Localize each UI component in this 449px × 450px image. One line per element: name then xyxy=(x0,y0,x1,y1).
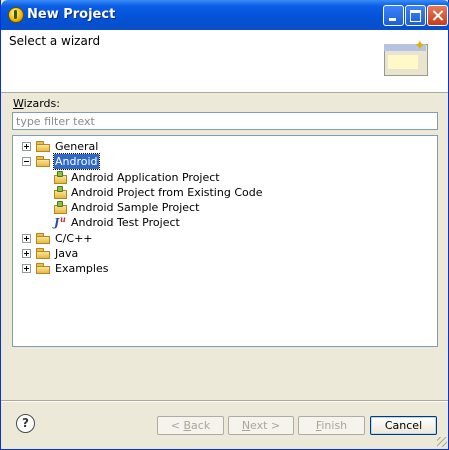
wizards-label: Wizards: xyxy=(13,97,60,110)
tree-item-cpp[interactable]: C/C++ xyxy=(22,231,172,246)
folder-icon xyxy=(36,263,51,274)
expand-icon[interactable] xyxy=(22,142,31,151)
window-title: New Project xyxy=(27,7,116,22)
minimize-button[interactable] xyxy=(383,5,404,26)
tree-item-android-application-project[interactable]: Android Application Project xyxy=(54,170,354,185)
back-button[interactable]: < Back xyxy=(157,416,224,435)
expand-icon[interactable] xyxy=(22,249,31,258)
footer-separator xyxy=(1,400,448,402)
tree-item-label: Android xyxy=(53,153,100,170)
tree-item-label: C/C++ xyxy=(55,232,93,245)
junit-icon: J xyxy=(54,212,70,230)
resize-grip[interactable] xyxy=(437,437,447,447)
tree-item-label: Java xyxy=(55,247,79,260)
new-wizard-banner-icon: ✦ xyxy=(384,38,432,78)
title-bar[interactable]: New Project xyxy=(1,0,449,30)
tree-item-label: Android Project from Existing Code xyxy=(71,186,263,199)
folder-icon xyxy=(36,233,51,244)
tree-item-java[interactable]: Java xyxy=(22,246,172,261)
folder-icon xyxy=(36,248,51,259)
close-button[interactable] xyxy=(427,5,448,26)
tree-item-label: General xyxy=(55,140,99,153)
wizard-header: Select a wizard ✦ xyxy=(1,30,448,93)
tree-item-label: Examples xyxy=(55,262,109,275)
tree-item-general[interactable]: General xyxy=(22,139,172,154)
tree-item-label: Android Sample Project xyxy=(71,201,200,214)
finish-button[interactable]: Finish xyxy=(298,416,365,435)
maximize-button[interactable] xyxy=(405,5,426,26)
android-project-icon xyxy=(54,171,69,184)
cancel-button[interactable]: Cancel xyxy=(370,416,437,435)
tree-item-label: Android Test Project xyxy=(71,216,180,229)
tree-item-label: Android Application Project xyxy=(71,171,220,184)
new-project-window: New Project Select a wizard ✦ Wizards: G… xyxy=(0,0,449,450)
filter-input[interactable] xyxy=(12,112,438,130)
help-icon[interactable]: ? xyxy=(16,414,35,433)
tree-item-android-project-existing-code[interactable]: Android Project from Existing Code xyxy=(54,185,354,200)
eclipse-icon xyxy=(8,7,24,23)
wizard-tree[interactable]: General Android Android Application Proj… xyxy=(12,135,438,347)
collapse-icon[interactable] xyxy=(22,157,31,166)
tree-item-android-sample-project[interactable]: Android Sample Project xyxy=(54,200,354,215)
folder-icon xyxy=(36,141,51,152)
expand-icon[interactable] xyxy=(22,264,31,273)
tree-item-android-test-project[interactable]: J Android Test Project xyxy=(54,212,354,230)
header-title: Select a wizard xyxy=(9,34,101,48)
folder-open-icon xyxy=(36,156,51,167)
tree-item-android[interactable]: Android xyxy=(22,153,172,170)
expand-icon[interactable] xyxy=(22,234,31,243)
android-project-icon xyxy=(54,186,69,199)
tree-item-examples[interactable]: Examples xyxy=(22,261,172,276)
next-button[interactable]: Next > xyxy=(228,416,294,435)
